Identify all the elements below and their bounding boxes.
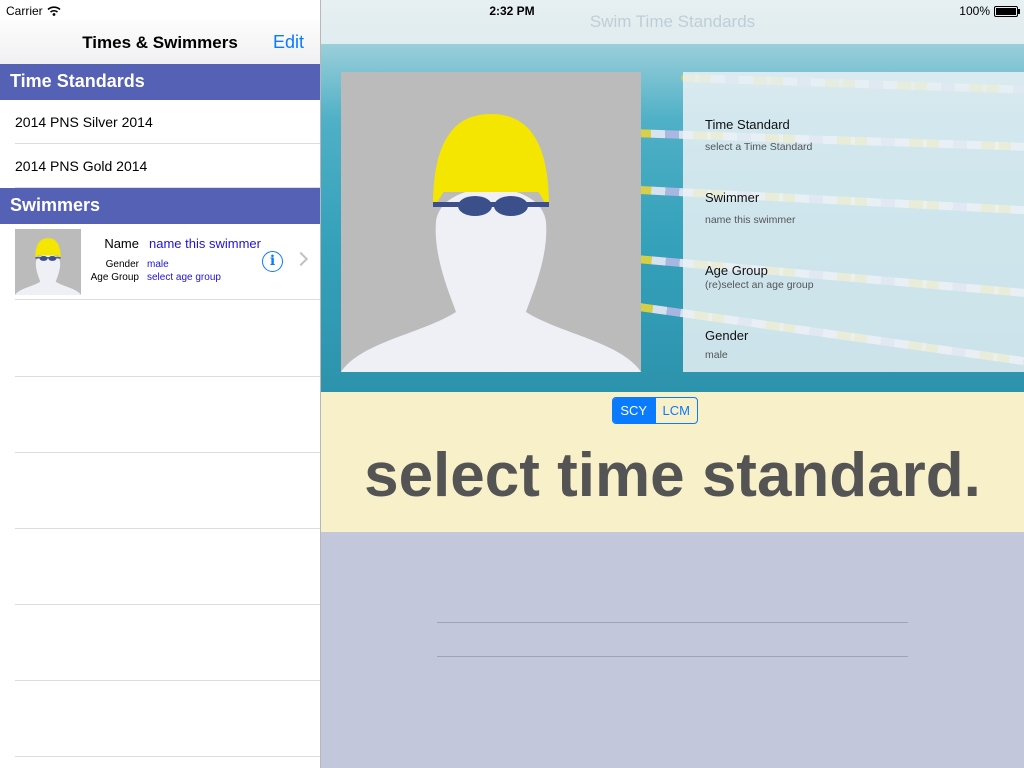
age-group-value[interactable]: (re)select an age group — [705, 279, 814, 291]
status-bar: Carrier 2:32 PM 100% — [0, 0, 1024, 20]
battery-indicator: 100% — [959, 4, 1020, 18]
swimmer-age-label: Age Group — [90, 272, 139, 283]
segment-lcm[interactable]: LCM — [654, 398, 698, 423]
swimmer-gender-label: Gender — [105, 259, 139, 270]
swimmer-avatar-icon — [341, 72, 641, 372]
time-standard-label: 2014 PNS Gold 2014 — [15, 158, 148, 174]
swimmer-photo[interactable] — [341, 72, 641, 372]
edit-button[interactable]: Edit — [273, 32, 304, 53]
segment-scy[interactable]: SCY — [613, 398, 655, 423]
swimmer-name-value: name this swimmer — [149, 236, 261, 251]
master-panel: Times & Swimmers Edit Time Standards 201… — [0, 0, 321, 768]
swimmer-details-card: Time Standard select a Time Standard Swi… — [683, 72, 1024, 372]
divider-line — [437, 622, 908, 623]
empty-row-separator — [15, 376, 320, 377]
swimmer-value[interactable]: name this swimmer — [705, 214, 795, 226]
empty-row-separator — [15, 452, 320, 453]
info-icon[interactable]: i — [262, 251, 283, 272]
empty-row-separator — [15, 528, 320, 529]
empty-row-separator — [15, 680, 320, 681]
swimmer-row[interactable]: Name name this swimmer Gender male Age G… — [0, 224, 320, 300]
course-segmented-control[interactable]: SCY LCM — [612, 397, 698, 424]
swimmer-age-value: select age group — [147, 272, 221, 283]
section-header-swimmers: Swimmers — [0, 188, 320, 224]
status-message: select time standard. — [364, 441, 981, 510]
pool-background: Swim Time Standards Time Standard select… — [321, 0, 1024, 392]
time-standard-row-gold[interactable]: 2014 PNS Gold 2014 — [0, 144, 320, 188]
section-header-time-standards: Time Standards — [0, 64, 320, 100]
swimmer-name-label: Name — [104, 236, 139, 251]
detail-panel: Swim Time Standards Time Standard select… — [321, 0, 1024, 768]
message-banner: SCY LCM select time standard. — [321, 392, 1024, 532]
empty-row-separator — [15, 756, 320, 757]
empty-row-separator — [15, 604, 320, 605]
time-standard-value[interactable]: select a Time Standard — [705, 141, 812, 153]
time-standard-label: Time Standard — [705, 117, 790, 132]
master-nav-bar: Times & Swimmers Edit — [0, 20, 320, 65]
swimmer-gender-value: male — [147, 259, 169, 270]
battery-percent: 100% — [959, 4, 990, 18]
gender-value[interactable]: male — [705, 349, 728, 361]
chevron-right-icon — [293, 251, 309, 267]
divider-line — [437, 656, 908, 657]
status-time: 2:32 PM — [489, 4, 535, 18]
age-group-label: Age Group — [705, 263, 768, 278]
gender-label: Gender — [705, 328, 749, 343]
swimmer-avatar-icon — [15, 229, 81, 295]
time-standard-row-silver[interactable]: 2014 PNS Silver 2014 — [0, 100, 320, 144]
battery-icon — [994, 5, 1020, 17]
swimmer-label: Swimmer — [705, 190, 760, 205]
time-standard-label: 2014 PNS Silver 2014 — [15, 114, 153, 130]
